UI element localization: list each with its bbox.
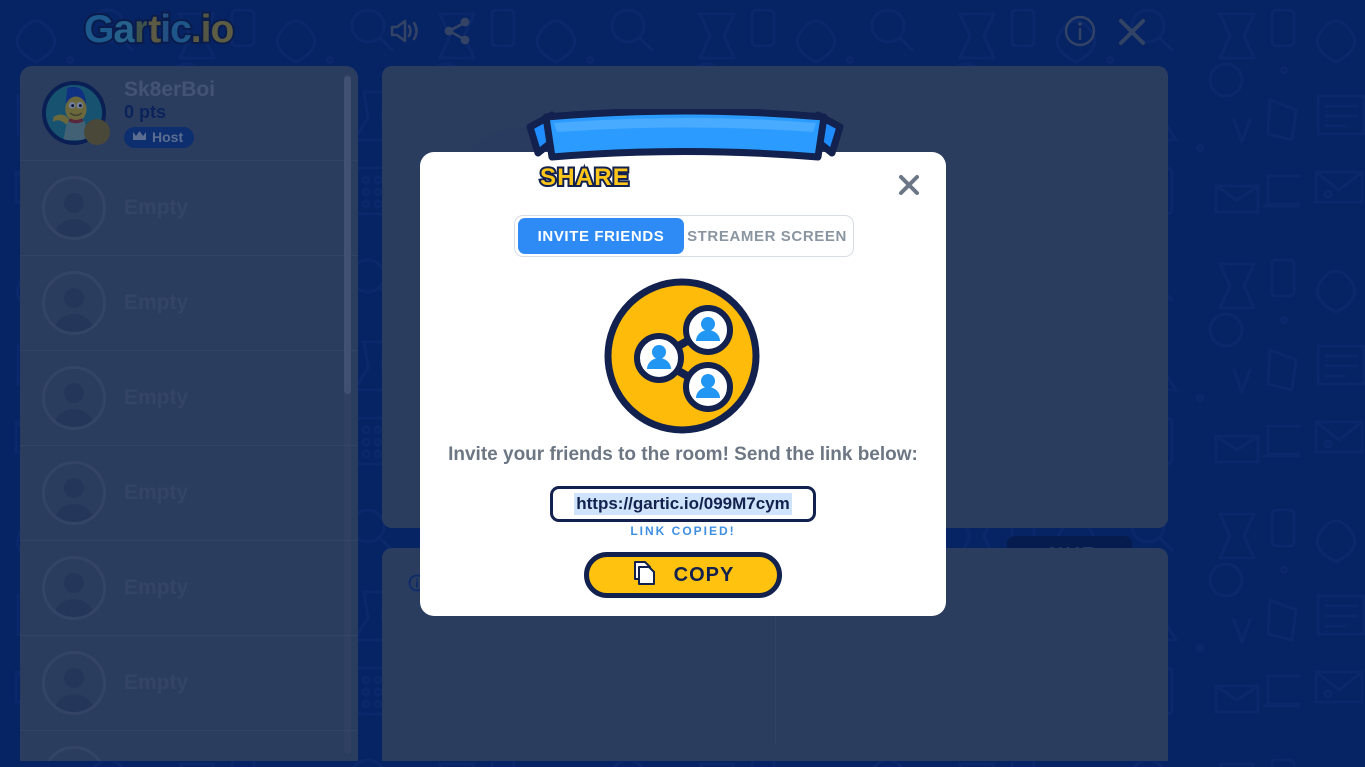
room-link-text[interactable]: https://gartic.io/099M7cym [574, 493, 792, 515]
copy-button[interactable]: COPY [584, 552, 782, 598]
gartic-room-page: Gartic.io [0, 0, 1365, 767]
tab-invite-friends[interactable]: INVITE FRIENDS [518, 218, 684, 254]
room-link-box[interactable]: https://gartic.io/099M7cym [550, 486, 816, 522]
close-icon[interactable] [892, 168, 926, 202]
invite-instruction-text: Invite your friends to the room! Send th… [448, 444, 918, 465]
copy-icon [632, 560, 656, 591]
copy-button-label: COPY [673, 563, 735, 586]
tab-streamer-screen[interactable]: STREAMER SCREEN [684, 218, 850, 254]
share-network-icon [604, 278, 760, 434]
share-modal-title: SHARE [538, 162, 631, 193]
share-modal-tabs: INVITE FRIENDS STREAMER SCREEN [514, 215, 854, 257]
link-copied-status: LINK COPIED! [630, 524, 736, 538]
share-modal: SHARE INVITE FRIENDS STREAMER SCREEN Inv… [420, 109, 946, 616]
